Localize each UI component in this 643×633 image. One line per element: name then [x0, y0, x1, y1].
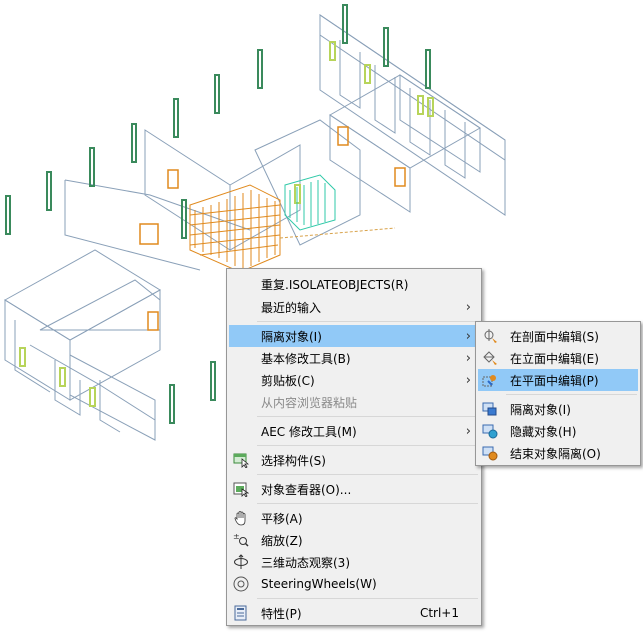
shortcut-label: Ctrl+1 — [419, 606, 459, 620]
menu-item-steeringwheels[interactable]: SteeringWheels(W) — [229, 573, 479, 595]
isolate-objects-icon — [482, 402, 497, 416]
submenu-item-label: 在立面中编辑(E) — [510, 351, 599, 366]
select-component-icon — [233, 453, 249, 468]
menu-item-clipboard[interactable]: 剪贴板(C) › — [229, 369, 479, 391]
menu-item-label: SteeringWheels(W) — [261, 577, 377, 591]
floor-line — [279, 227, 396, 239]
menu-item-label: 基本修改工具(B) — [261, 351, 351, 366]
menu-item-paste-from-content-browser: 从内容浏览器粘贴 — [229, 391, 479, 413]
chevron-right-icon: › — [465, 423, 471, 439]
menu-item-select-component[interactable]: 选择构件(S) — [229, 449, 479, 471]
menu-item-zoom[interactable]: ± 缩放(Z) — [229, 529, 479, 551]
isolated-objects — [189, 184, 281, 273]
menu-item-label: AEC 修改工具(M) — [261, 424, 357, 439]
menu-item-label: 平移(A) — [261, 511, 303, 526]
menu-item-recent-input[interactable]: 最近的输入 › — [229, 296, 479, 318]
chevron-right-icon: › — [465, 372, 471, 388]
menu-item-label: 特性(P) — [261, 606, 302, 621]
svg-text:±: ± — [233, 532, 240, 541]
properties-icon — [234, 605, 247, 621]
edit-in-section-icon — [484, 329, 497, 343]
menu-separator — [257, 321, 478, 322]
menu-separator — [257, 416, 478, 417]
menu-item-label: 三维动态观察(3) — [261, 555, 350, 570]
submenu-item-label: 隐藏对象(H) — [510, 424, 577, 439]
submenu-item-edit-in-section[interactable]: 在剖面中编辑(S) — [478, 325, 638, 347]
menu-item-basic-modify-tools[interactable]: 基本修改工具(B) › — [229, 347, 479, 369]
menu-item-object-viewer[interactable]: 对象查看器(O)... — [229, 478, 479, 500]
submenu-item-isolate-objects[interactable]: 隔离对象(I) — [478, 398, 638, 420]
orbit-icon — [234, 554, 248, 569]
menu-item-isolate-objects[interactable]: 隔离对象(I) › — [229, 325, 479, 347]
chevron-right-icon: › — [465, 299, 471, 315]
chevron-right-icon: › — [465, 328, 471, 344]
submenu-item-hide-objects[interactable]: 隐藏对象(H) — [478, 420, 638, 442]
submenu-item-label: 结束对象隔离(O) — [510, 446, 601, 461]
menu-item-aec-modify-tools[interactable]: AEC 修改工具(M) › — [229, 420, 479, 442]
menu-item-properties[interactable]: 特性(P) Ctrl+1 — [229, 602, 479, 624]
menu-item-label: 从内容浏览器粘贴 — [261, 395, 358, 410]
menu-item-label: 对象查看器(O)... — [261, 482, 352, 497]
menu-item-label: 缩放(Z) — [261, 533, 303, 548]
end-isolation-icon — [482, 446, 498, 461]
menu-separator — [257, 503, 478, 504]
chevron-right-icon: › — [465, 350, 471, 366]
menu-item-label: 剪贴板(C) — [261, 373, 315, 388]
submenu-item-edit-in-plan[interactable]: 在平面中编辑(P) — [478, 369, 638, 391]
menu-item-label: 隔离对象(I) — [261, 329, 322, 344]
pan-hand-icon — [234, 511, 246, 526]
submenu-item-edit-in-elevation[interactable]: 在立面中编辑(E) — [478, 347, 638, 369]
submenu-item-label: 在平面中编辑(P) — [510, 373, 599, 388]
menu-item-3d-orbit[interactable]: 三维动态观察(3) — [229, 551, 479, 573]
isolated-objects-cyan — [284, 174, 336, 231]
menu-separator — [506, 394, 637, 395]
object-viewer-icon — [233, 482, 249, 497]
submenu-item-label: 隔离对象(I) — [510, 402, 571, 417]
menu-separator — [257, 445, 478, 446]
menu-item-label: 重复.ISOLATEOBJECTS(R) — [261, 277, 409, 292]
zoom-icon: ± — [233, 532, 249, 547]
menu-separator — [257, 598, 478, 599]
context-menu: 重复.ISOLATEOBJECTS(R) 最近的输入 › 隔离对象(I) › 基… — [226, 268, 482, 626]
edit-in-plan-icon — [482, 375, 496, 387]
edit-in-elevation-icon — [483, 351, 497, 365]
menu-item-label: 选择构件(S) — [261, 453, 326, 468]
menu-item-pan[interactable]: 平移(A) — [229, 507, 479, 529]
menu-item-label: 最近的输入 — [261, 300, 322, 315]
submenu-item-end-isolation[interactable]: 结束对象隔离(O) — [478, 442, 638, 464]
hide-objects-icon — [482, 424, 498, 439]
menu-separator — [257, 474, 478, 475]
submenu-item-label: 在剖面中编辑(S) — [510, 329, 599, 344]
menu-item-repeat-isolate[interactable]: 重复.ISOLATEOBJECTS(R) — [229, 273, 479, 295]
isolate-objects-submenu: 在剖面中编辑(S) 在立面中编辑(E) 在平面中编辑(P) 隔离对象(I) 隐藏… — [475, 321, 641, 466]
steering-wheel-icon — [233, 576, 249, 592]
